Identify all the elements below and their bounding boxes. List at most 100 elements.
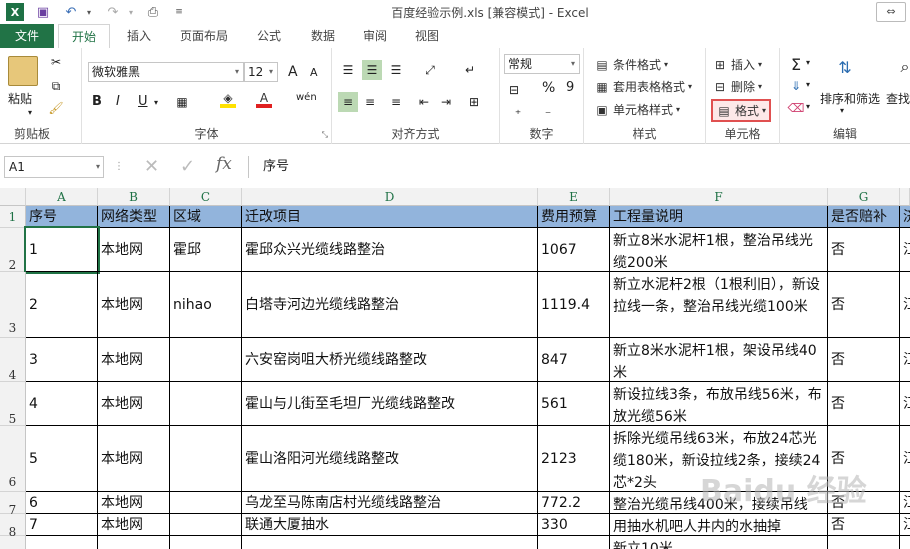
cell-e[interactable]: 772.2	[538, 492, 610, 514]
cut-icon[interactable]: ✂	[48, 54, 64, 70]
phonetic-button[interactable]: wén	[296, 92, 317, 103]
clear-icon[interactable]: ⌫	[788, 100, 805, 116]
column-header-c[interactable]: C	[170, 188, 242, 206]
header-cell-d[interactable]: 迁改项目	[242, 206, 538, 228]
wrap-text-icon[interactable]: ↵	[462, 62, 478, 78]
find-select-button[interactable]: 查找	[886, 90, 910, 107]
bottom-align-icon[interactable]: ☰	[388, 62, 404, 78]
row-header[interactable]: 7	[0, 492, 26, 517]
tab-file[interactable]: 文件	[0, 24, 54, 48]
cell-d[interactable]: 霍山洛阳河光缆线路整改	[242, 426, 538, 492]
autosum-icon[interactable]: Σ	[788, 55, 804, 74]
redo-icon[interactable]: ↷	[104, 3, 122, 21]
accounting-format-icon[interactable]: ⊟	[506, 82, 522, 98]
paste-button[interactable]: 粘贴	[8, 90, 32, 107]
find-select-icon[interactable]: ⌕	[892, 54, 910, 80]
cell-h[interactable]	[900, 536, 910, 549]
font-dialog-launcher-icon[interactable]: ⤡	[322, 130, 328, 140]
format-as-table-button[interactable]: ▦ 套用表格格式 ▾	[594, 78, 692, 95]
cell-c[interactable]	[170, 338, 242, 382]
cell-b[interactable]: 本地网	[98, 514, 170, 536]
column-header-h[interactable]	[900, 188, 910, 206]
cell-c[interactable]	[170, 514, 242, 536]
cell-f[interactable]: 整治光缆吊线400米，接续吊线	[610, 492, 828, 514]
tab-review[interactable]: 审阅	[352, 24, 398, 48]
column-header-g[interactable]: G	[828, 188, 900, 206]
cell-c[interactable]	[170, 536, 242, 549]
cell-f[interactable]: 新设拉线3条，布放吊线56米，布放光缆56米	[610, 382, 828, 426]
row-header[interactable]: 5	[0, 382, 26, 426]
shrink-font-button[interactable]: A	[310, 66, 318, 79]
clear-dropdown-icon[interactable]: ▾	[806, 102, 810, 111]
cell-f[interactable]: 新立水泥杆2根（1根利旧），新设拉线一条，整治吊线光缆100米	[610, 272, 828, 338]
insert-cells-button[interactable]: ⊞ 插入 ▾	[712, 56, 762, 73]
cell-g[interactable]: 否	[828, 272, 900, 338]
orientation-icon[interactable]: ⤢	[422, 62, 438, 78]
underline-button[interactable]: U	[138, 94, 148, 109]
middle-align-icon[interactable]: ☰	[362, 60, 382, 80]
tab-insert[interactable]: 插入	[116, 24, 162, 48]
insert-function-button[interactable]: fx	[216, 154, 232, 174]
merge-center-icon[interactable]: ⊞	[466, 94, 482, 110]
header-cell-e[interactable]: 费用预算	[538, 206, 610, 228]
tab-formulas[interactable]: 公式	[246, 24, 292, 48]
cell-c[interactable]: 霍邱	[170, 228, 242, 272]
format-cells-button[interactable]: ▤ 格式 ▾	[711, 99, 772, 122]
column-header-a[interactable]: A	[26, 188, 98, 206]
cell-b[interactable]: 本地网	[98, 338, 170, 382]
decrease-indent-icon[interactable]: ⇤	[416, 94, 432, 110]
font-name-combo[interactable]: 微软雅黑 ▾	[88, 62, 244, 82]
undo-icon[interactable]: ↶	[62, 3, 80, 21]
cell-g[interactable]	[828, 536, 900, 549]
cell-b[interactable]: 本地网	[98, 382, 170, 426]
autosum-dropdown-icon[interactable]: ▾	[806, 58, 810, 67]
column-header-d[interactable]: D	[242, 188, 538, 206]
cell-styles-button[interactable]: ▣ 单元格样式 ▾	[594, 101, 680, 118]
grow-font-button[interactable]: A	[288, 64, 298, 80]
decrease-decimal-icon[interactable]: ⁻	[540, 106, 556, 122]
cell-h[interactable]: 江	[900, 426, 910, 492]
redo-dropdown-icon[interactable]: ▾	[122, 3, 140, 21]
header-cell-g[interactable]: 是否赔补	[828, 206, 900, 228]
cell-h[interactable]: 江	[900, 492, 910, 514]
cell-a[interactable]: 7	[26, 514, 98, 536]
cell-h[interactable]: 江	[900, 272, 910, 338]
cell-e[interactable]: 330	[538, 514, 610, 536]
formula-input[interactable]: 序号	[248, 156, 910, 178]
cell-d[interactable]	[242, 536, 538, 549]
cell-e[interactable]: 1119.4	[538, 272, 610, 338]
cell-d[interactable]: 霍邱众兴光缆线路整治	[242, 228, 538, 272]
enter-icon[interactable]: ✓	[180, 156, 195, 177]
header-cell-c[interactable]: 区域	[170, 206, 242, 228]
align-center-icon[interactable]: ≡	[362, 94, 378, 110]
font-size-combo[interactable]: 12 ▾	[244, 62, 278, 82]
increase-indent-icon[interactable]: ⇥	[438, 94, 454, 110]
tab-home[interactable]: 开始	[58, 24, 110, 49]
cell-a[interactable]	[26, 536, 98, 549]
row-header[interactable]: 8	[0, 514, 26, 539]
cell-b[interactable]	[98, 536, 170, 549]
delete-cells-button[interactable]: ⊟ 删除 ▾	[712, 78, 762, 95]
underline-dropdown-icon[interactable]: ▾	[154, 98, 158, 107]
copy-icon[interactable]: ⧉	[48, 78, 64, 94]
cell-a[interactable]: 2	[26, 272, 98, 338]
font-color-icon[interactable]: A	[256, 91, 272, 108]
cell-a[interactable]: 1	[24, 226, 100, 274]
row-header[interactable]: 6	[0, 426, 26, 492]
cell-b[interactable]: 本地网	[98, 272, 170, 338]
cell-a[interactable]: 6	[26, 492, 98, 514]
cell-c[interactable]	[170, 492, 242, 514]
number-format-combo[interactable]: 常规 ▾	[504, 54, 580, 74]
column-header-b[interactable]: B	[98, 188, 170, 206]
conditional-format-button[interactable]: ▤ 条件格式 ▾	[594, 56, 668, 73]
cell-d[interactable]: 霍山与儿街至毛坦厂光缆线路整改	[242, 382, 538, 426]
row-header[interactable]: 3	[0, 272, 26, 338]
cell-e[interactable]: 561	[538, 382, 610, 426]
comma-style-button[interactable]: 9	[566, 80, 574, 95]
sort-filter-button[interactable]: 排序和筛选	[820, 90, 880, 107]
align-right-icon[interactable]: ≡	[388, 94, 404, 110]
cell-e[interactable]: 1067	[538, 228, 610, 272]
cell-b[interactable]: 本地网	[98, 426, 170, 492]
row-header[interactable]	[0, 536, 26, 549]
sort-filter-icon[interactable]: ⇅	[832, 54, 858, 80]
